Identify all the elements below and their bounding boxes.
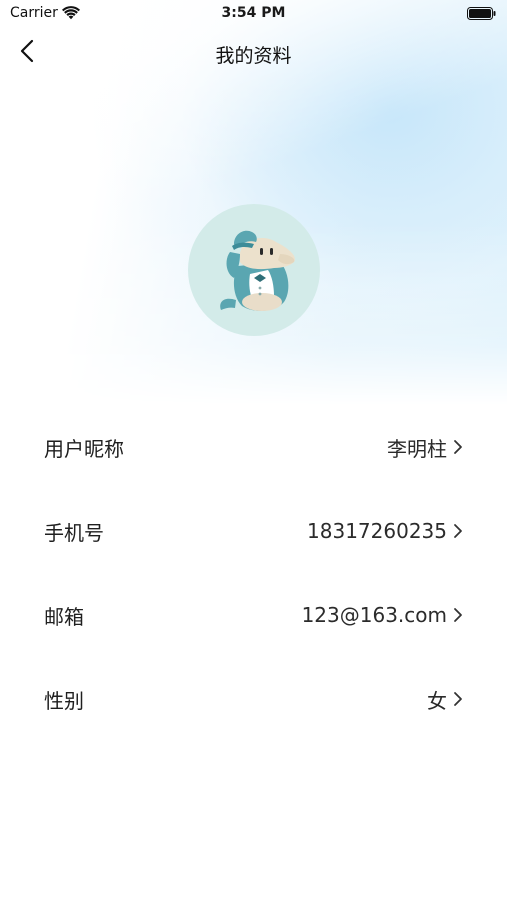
battery-icon	[467, 7, 497, 20]
status-bar: Carrier 3:54 PM	[0, 0, 507, 28]
status-time: 3:54 PM	[221, 5, 286, 21]
chevron-right-icon	[453, 607, 463, 623]
gender-label: 性别	[44, 688, 84, 713]
gender-value-group: 女	[427, 685, 463, 714]
chevron-right-icon	[453, 691, 463, 707]
dolphin-mascot-avatar	[220, 230, 295, 311]
gender-row[interactable]: 性别 女	[0, 657, 507, 741]
email-row[interactable]: 邮箱 123@163.com	[0, 573, 507, 657]
email-label: 邮箱	[44, 604, 84, 629]
profile-screen: Carrier 3:54 PM 我的资料 用户昵称 李明柱 手机号 183172…	[0, 0, 507, 900]
email-value: 123@163.com	[301, 603, 447, 627]
avatar[interactable]	[188, 204, 320, 336]
email-value-group: 123@163.com	[302, 603, 463, 627]
profile-info-list: 用户昵称 李明柱 手机号 18317260235 邮箱 123@163.com	[0, 405, 507, 741]
nickname-row[interactable]: 用户昵称 李明柱	[0, 405, 507, 489]
phone-value-group: 18317260235	[307, 519, 463, 543]
chevron-right-icon	[453, 523, 463, 539]
phone-label: 手机号	[44, 520, 104, 545]
phone-row[interactable]: 手机号 18317260235	[0, 489, 507, 573]
page-title: 我的资料	[215, 45, 292, 67]
nickname-value-group: 李明柱	[387, 433, 463, 462]
phone-value: 18317260235	[307, 519, 447, 543]
gender-value: 女	[427, 688, 447, 713]
navigation-bar: 我的资料	[0, 30, 507, 74]
nickname-label: 用户昵称	[44, 436, 124, 461]
chevron-right-icon	[453, 439, 463, 455]
nickname-value: 李明柱	[387, 436, 447, 461]
